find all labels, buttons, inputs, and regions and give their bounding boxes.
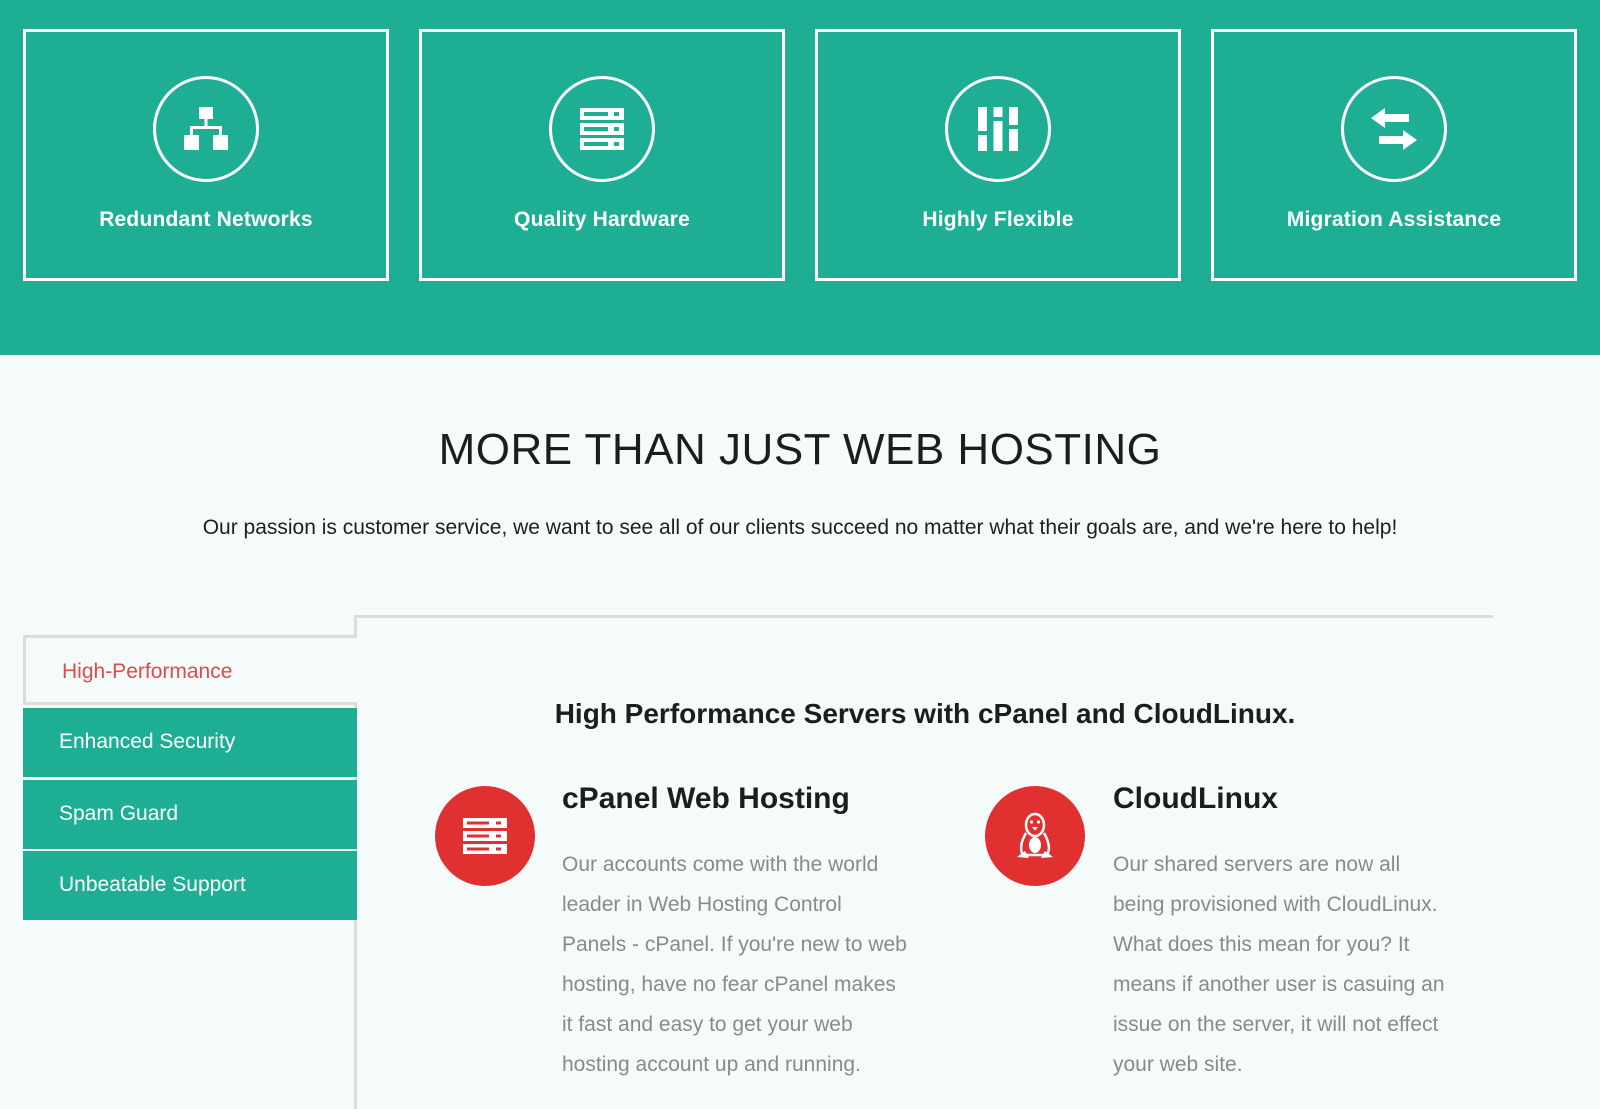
tab-enhanced-security[interactable]: Enhanced Security bbox=[23, 708, 357, 777]
panel-heading: High Performance Servers with cPanel and… bbox=[554, 698, 1296, 729]
cpanel-icon-circle bbox=[435, 786, 535, 886]
section-title: MORE THAN JUST WEB HOSTING bbox=[438, 425, 1162, 474]
server-icon bbox=[580, 108, 624, 150]
text-line: What does this mean for you? It bbox=[1113, 933, 1410, 956]
cloudlinux-icon-circle bbox=[985, 786, 1085, 886]
feature-label: Quality Hardware bbox=[514, 208, 690, 231]
server-icon-circle bbox=[549, 76, 655, 182]
text-line: hosting account up and running. bbox=[562, 1053, 861, 1076]
text-line: means if another user is casuing an bbox=[1113, 973, 1445, 996]
column-text: Our accounts come with the world leader … bbox=[562, 845, 952, 1085]
tab-label: Spam Guard bbox=[59, 802, 179, 825]
server-icon bbox=[463, 818, 507, 854]
text-line: your web site. bbox=[1113, 1053, 1243, 1076]
tab-label: Enhanced Security bbox=[59, 730, 236, 753]
tab-panel-top-border bbox=[355, 615, 1493, 618]
features-band: Redundant Networks Quality Hardware High… bbox=[0, 0, 1600, 355]
text-line: hosting, have no fear cPanel makes bbox=[562, 973, 896, 996]
transfer-arrows-icon bbox=[1371, 108, 1417, 150]
tab-high-performance[interactable]: High-Performance bbox=[23, 635, 357, 705]
tab-spam-guard[interactable]: Spam Guard bbox=[23, 780, 357, 849]
column-title: cPanel Web Hosting bbox=[562, 782, 850, 815]
feature-card-quality-hardware: Quality Hardware bbox=[419, 29, 785, 281]
feature-card-migration-assistance: Migration Assistance bbox=[1211, 29, 1577, 281]
linux-penguin-icon bbox=[1017, 812, 1053, 858]
text-line: it fast and easy to get your web bbox=[562, 1013, 853, 1036]
tab-unbeatable-support[interactable]: Unbeatable Support bbox=[23, 851, 357, 920]
section-subtitle: Our passion is customer service, we want… bbox=[202, 516, 1398, 539]
tab-label: High-Performance bbox=[62, 660, 233, 683]
tab-label: Unbeatable Support bbox=[59, 873, 246, 896]
transfer-arrows-icon-circle bbox=[1341, 76, 1447, 182]
feature-card-redundant-networks: Redundant Networks bbox=[23, 29, 389, 281]
text-line: Panels - cPanel. If you're new to web bbox=[562, 933, 907, 956]
feature-card-highly-flexible: Highly Flexible bbox=[815, 29, 1181, 281]
text-line: Our shared servers are now all bbox=[1113, 853, 1401, 876]
feature-label: Migration Assistance bbox=[1286, 208, 1502, 231]
feature-label: Redundant Networks bbox=[99, 208, 313, 231]
feature-label: Highly Flexible bbox=[922, 208, 1074, 231]
column-title: CloudLinux bbox=[1113, 782, 1278, 815]
text-line: Our accounts come with the world bbox=[562, 853, 879, 876]
sliders-icon bbox=[976, 107, 1020, 151]
text-line: being provisioned with CloudLinux. bbox=[1113, 893, 1438, 916]
column-text: Our shared servers are now all being pro… bbox=[1113, 845, 1503, 1085]
sliders-icon-circle bbox=[945, 76, 1051, 182]
network-icon-circle bbox=[153, 76, 259, 182]
text-line: issue on the server, it will not effect bbox=[1113, 1013, 1439, 1036]
text-line: leader in Web Hosting Control bbox=[562, 893, 842, 916]
network-icon bbox=[184, 107, 228, 150]
